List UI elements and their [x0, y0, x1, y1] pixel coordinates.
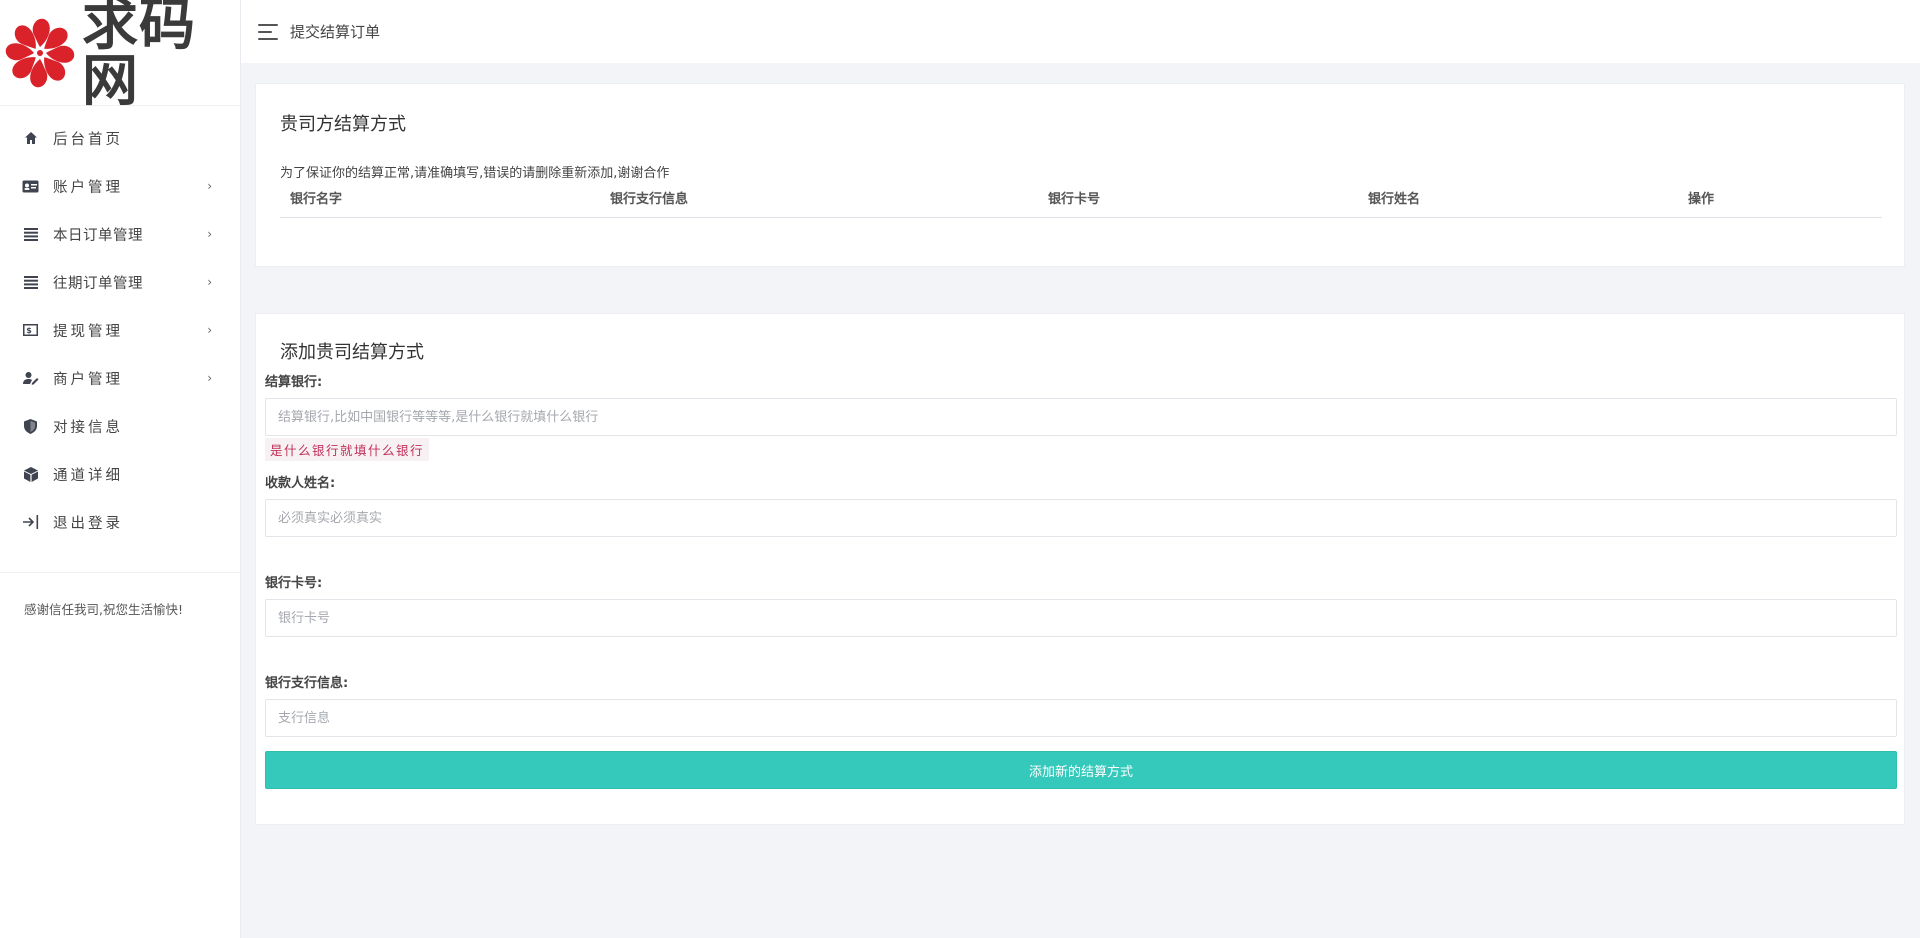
sidebar-item-merchant[interactable]: 商户管理 › [0, 354, 240, 402]
sidebar-item-label: 退出登录 [53, 515, 123, 532]
name-label: 收款人姓名: [265, 476, 336, 491]
sidebar-nav: 后台首页 账户管理 › 本日订单管理 › 往期订单管理 › $ 提现管理 › 商… [0, 114, 240, 546]
table-header-row: 银行名字 银行支行信息 银行卡号 银行姓名 操作 [280, 188, 1882, 218]
column-header-actions: 操作 [1678, 188, 1882, 218]
card-field-group: 银行卡号: [265, 575, 1897, 637]
column-header-card-number: 银行卡号 [1038, 188, 1358, 218]
logo-text: 求码网 [82, 0, 196, 114]
sidebar-item-today-orders[interactable]: 本日订单管理 › [0, 210, 240, 258]
page-title: 提交结算订单 [290, 23, 381, 41]
chevron-right-icon: › [207, 323, 212, 337]
flower-logo-icon [4, 17, 76, 89]
column-header-holder-name: 银行姓名 [1358, 188, 1678, 218]
panel-title: 贵司方结算方式 [280, 114, 406, 135]
bank-field-group: 结算银行: 是什么银行就填什么银行 [265, 374, 1897, 461]
list-icon [22, 226, 39, 243]
add-settlement-panel: 添加贵司结算方式 结算银行: 是什么银行就填什么银行 收款人姓名: 银行卡号: … [255, 313, 1905, 825]
column-header-bank-name: 银行名字 [280, 188, 600, 218]
menu-toggle-icon[interactable] [258, 23, 278, 40]
sidebar-item-account[interactable]: 账户管理 › [0, 162, 240, 210]
sidebar-item-label: 通道详细 [53, 467, 123, 484]
svg-text:$: $ [26, 326, 35, 335]
logout-icon [22, 514, 39, 531]
bank-label: 结算银行: [265, 375, 323, 390]
sidebar-item-channel[interactable]: 通道详细 [0, 450, 240, 498]
list-icon [22, 274, 39, 291]
notice-text: 为了保证你的结算正常,请准确填写,错误的请删除重新添加,谢谢合作 [280, 166, 670, 181]
chevron-right-icon: › [207, 227, 212, 241]
sidebar-footer-text: 感谢信任我司,祝您生活愉快! [24, 602, 183, 617]
settlement-methods-panel: 贵司方结算方式 为了保证你的结算正常,请准确填写,错误的请删除重新添加,谢谢合作… [255, 83, 1905, 267]
sidebar-item-logout[interactable]: 退出登录 [0, 498, 240, 546]
sidebar: 求码网 后台首页 账户管理 › 本日订单管理 › 往期订单管理 › $ 提现管理… [0, 0, 241, 938]
card-number-input[interactable] [265, 599, 1897, 637]
card-label: 银行卡号: [265, 576, 323, 591]
logo[interactable]: 求码网 [0, 0, 240, 114]
branch-label: 银行支行信息: [265, 676, 349, 691]
sidebar-item-label: 往期订单管理 [53, 275, 143, 292]
sidebar-item-label: 提现管理 [53, 323, 123, 340]
sidebar-item-label: 本日订单管理 [53, 227, 143, 244]
branch-field-group: 银行支行信息: [265, 675, 1897, 737]
chevron-right-icon: › [207, 179, 212, 193]
add-settlement-form: 结算银行: 是什么银行就填什么银行 收款人姓名: 银行卡号: 银行支行信息: 添… [265, 374, 1897, 789]
bank-input[interactable] [265, 398, 1897, 436]
sidebar-item-home[interactable]: 后台首页 [0, 114, 240, 162]
top-bar: 提交结算订单 [241, 0, 1920, 63]
sidebar-item-label: 对接信息 [53, 419, 123, 436]
sidebar-item-past-orders[interactable]: 往期订单管理 › [0, 258, 240, 306]
chevron-right-icon: › [207, 275, 212, 289]
home-icon [22, 130, 39, 147]
sidebar-item-label: 账户管理 [53, 179, 123, 196]
branch-input[interactable] [265, 699, 1897, 737]
sidebar-item-withdraw[interactable]: $ 提现管理 › [0, 306, 240, 354]
add-settlement-button[interactable]: 添加新的结算方式 [265, 751, 1897, 789]
shield-icon [22, 418, 39, 435]
cube-icon [22, 466, 39, 483]
settlement-methods-table: 银行名字 银行支行信息 银行卡号 银行姓名 操作 [280, 188, 1882, 218]
sidebar-item-integration[interactable]: 对接信息 [0, 402, 240, 450]
chevron-right-icon: › [207, 371, 212, 385]
panel-title: 添加贵司结算方式 [280, 342, 424, 363]
cash-icon: $ [22, 322, 39, 339]
name-field-group: 收款人姓名: [265, 475, 1897, 537]
bank-hint: 是什么银行就填什么银行 [265, 438, 430, 461]
payee-name-input[interactable] [265, 499, 1897, 537]
column-header-branch: 银行支行信息 [600, 188, 1038, 218]
sidebar-item-label: 商户管理 [53, 371, 123, 388]
id-card-icon [22, 178, 39, 195]
user-edit-icon [22, 370, 39, 387]
sidebar-item-label: 后台首页 [53, 131, 123, 148]
